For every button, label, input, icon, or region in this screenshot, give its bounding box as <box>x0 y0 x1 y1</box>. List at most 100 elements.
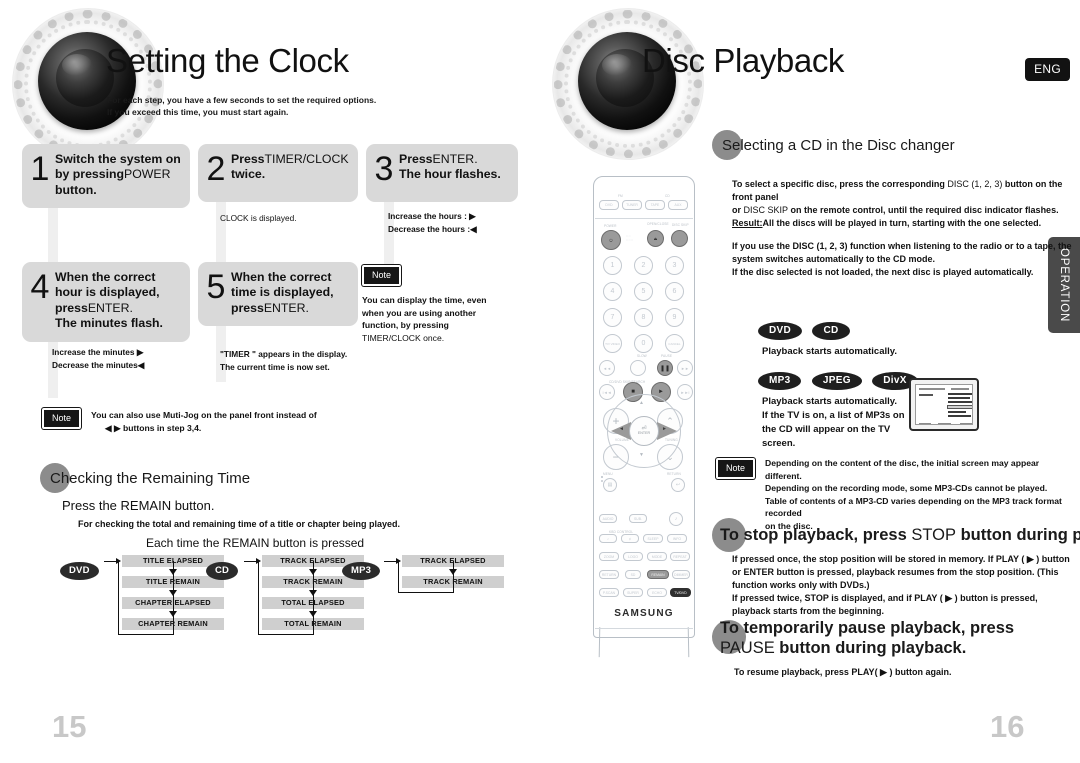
step-2-body-line-1: CLOCK is displayed. <box>220 213 297 223</box>
step-5-number: 5 <box>206 268 226 306</box>
para1-l1-b: DISC (1, 2, 3) <box>947 179 1003 189</box>
remote-key-menu[interactable]: ▤ <box>603 478 617 492</box>
remote-key-tape[interactable]: TAPE <box>645 200 665 210</box>
remote-key-6[interactable]: 6 <box>665 282 684 301</box>
tv-screen-inner <box>915 384 973 425</box>
note-bottom-line-1: You can also use Muti-Jog on the panel f… <box>91 410 317 420</box>
speaker-cone-logo-left <box>8 4 168 164</box>
remote-key-audio[interactable]: AUDIO <box>599 514 617 523</box>
remote-key-tv-dvd[interactable]: TV/DVD <box>670 588 691 597</box>
step-4-body-text: Increase the minutes ▶ Decrease the minu… <box>52 346 202 372</box>
remote-key-zoom[interactable]: ZOOM <box>599 552 619 561</box>
remote-key-kbd2[interactable]: ♯ <box>621 534 639 543</box>
section-pause-playback-heading: To temporarily pause playback, press PAU… <box>712 618 1050 658</box>
remote-key-pause[interactable]: ❚❚ <box>657 360 673 376</box>
note-right-line-1: Depending on the content of the disc, th… <box>765 458 1040 481</box>
pause-head-a: To temporarily pause playback, press <box>720 619 1015 637</box>
remote-key-1[interactable]: 1 <box>603 256 622 275</box>
remote-key-4[interactable]: 4 <box>603 282 622 301</box>
left-page: Setting the Clock For each step, you hav… <box>0 0 540 763</box>
step-3-head: 3 PressENTER. The hour flashes. <box>366 144 518 202</box>
dpad-down-icon[interactable]: ▼ <box>639 452 644 458</box>
step-5-text: When the correct time is displayed, pres… <box>228 270 334 316</box>
step-4-body-line-2: Decrease the minutes◀ <box>52 359 145 370</box>
left-subtitle-line-2: If you exceed this time, you must start … <box>107 107 289 117</box>
dpad-up-icon[interactable]: ▲ <box>639 400 644 406</box>
remote-key-echo[interactable]: ECHO <box>647 588 667 597</box>
step-3: 3 PressENTER. The hour flashes. Increase… <box>366 144 518 276</box>
remote-key-return2[interactable]: RETURN <box>599 570 619 579</box>
remote-key-dimmer[interactable]: DIMMER <box>672 570 690 579</box>
remote-key-7[interactable]: 7 <box>603 308 622 327</box>
note-side-line-2: when you are using another <box>362 307 477 318</box>
remote-key-open-close[interactable]: ⏏ <box>647 230 664 247</box>
remote-label-pause: PAUSE <box>661 354 673 358</box>
step-3-text: PressENTER. The hour flashes. <box>396 152 501 183</box>
remote-key-subtitle[interactable]: SUB. <box>629 514 647 523</box>
remote-label-power: POWER <box>604 224 617 228</box>
step-4-number: 4 <box>30 268 50 306</box>
note-bottom-text: You can also use Muti-Jog on the panel f… <box>91 409 317 434</box>
remote-key-9[interactable]: 9 <box>665 308 684 327</box>
remote-key-enter[interactable]: ⏎ ENTER <box>629 416 659 446</box>
result-text: All the discs will be played in turn, st… <box>762 218 1042 228</box>
remote-key-sound[interactable]: ♪ <box>669 512 683 526</box>
remote-key-0[interactable]: 0 <box>634 334 653 353</box>
note-right-badge: Note <box>716 458 756 479</box>
remote-key-pscan[interactable]: P.SCAN <box>599 588 619 597</box>
remote-dpad[interactable]: ▲ ▼ ◄ ► ⏎ ENTER <box>607 394 681 468</box>
remote-key-repeat[interactable]: REPEAT <box>670 552 690 561</box>
para-disc-function: If you use the DISC (1, 2, 3) function w… <box>732 240 1080 279</box>
stop-line-5: playback starts from the beginning. <box>732 606 885 616</box>
remote-key-super[interactable]: SUPER <box>623 588 643 597</box>
section-remaining-time-title: Checking the Remaining Time <box>50 469 251 487</box>
remote-key-mode[interactable]: MODE <box>647 552 667 561</box>
note-side-line-4: TIMER/CLOCK once. <box>362 332 445 343</box>
remote-key-disc-skip[interactable] <box>671 230 688 247</box>
remote-key-sd[interactable]: SD <box>625 570 641 579</box>
group2-line-4: screen. <box>762 438 796 449</box>
remote-key-power[interactable]: ⏻ <box>601 230 621 250</box>
enter-label: ENTER <box>637 431 651 435</box>
step-5-line2-bold: time is displayed, <box>231 285 334 300</box>
note-bottom-badge: Note <box>42 408 82 429</box>
remote-key-forward[interactable]: ►► <box>677 360 693 376</box>
step-5-line3-plain: ENTER. <box>263 300 309 315</box>
stop-line-1: If pressed once, the stop position will … <box>732 554 1070 564</box>
step-1-line3-bold: button. <box>55 182 97 197</box>
stop-head-a: To <box>720 525 739 544</box>
group2-line-2: If the TV is on, a list of MP3s on <box>762 410 905 421</box>
step-4-line2-bold: hour is displayed, <box>55 285 160 300</box>
step-3-body-line-1: Increase the hours : ▶ <box>388 211 476 221</box>
remote-key-return[interactable]: ↩ <box>671 478 685 492</box>
disc-group-2-text: Playback starts automatically. If the TV… <box>762 395 907 451</box>
remote-key-info[interactable]: INFO <box>667 534 687 543</box>
remote-key-tv-video[interactable]: TV/ VIDEO <box>603 334 622 353</box>
remote-control-illustration: FM CD DVD TUNER TAPE AUX POWER OPEN/CLOS… <box>585 172 703 660</box>
remote-key-sleep[interactable]: SLEEP <box>643 534 663 543</box>
stop-head-c: button during playback. <box>960 525 1080 544</box>
remote-bottom-flare <box>598 627 690 658</box>
remote-key-dvd[interactable]: DVD <box>599 200 619 210</box>
section-stop-playback-title: To stop playback, press STOP button duri… <box>720 526 1080 545</box>
remote-key-tuner[interactable]: TUNER <box>622 200 642 210</box>
note-bottom: Note You can also use Muti-Jog on the pa… <box>42 408 402 434</box>
stop-head-b: stop playback, press <box>738 525 912 544</box>
remote-key-3[interactable]: 3 <box>665 256 684 275</box>
remote-key-logo[interactable]: LOGO <box>623 552 643 561</box>
remote-key-remain[interactable]: REMAIN <box>647 570 669 579</box>
step-1-text: Switch the system on by pressingPOWER bu… <box>52 152 181 198</box>
remote-key-aux[interactable]: AUX <box>668 200 688 210</box>
remote-key-rewind[interactable]: ◄◄ <box>599 360 615 376</box>
remote-key-kbd1[interactable]: ♪ <box>599 534 617 543</box>
step-1-head: 1 Switch the system on by pressingPOWER … <box>22 144 190 209</box>
step-3-line2-bold: The hour flashes. <box>399 167 501 182</box>
pause-sub-text: To resume playback, press PLAY( ▶ ) butt… <box>734 667 952 677</box>
remote-key-cancel[interactable]: CANCEL <box>665 334 684 353</box>
step-4-line3-bold: press <box>55 300 88 315</box>
remote-key-slow[interactable] <box>630 360 646 376</box>
remote-key-2[interactable]: 2 <box>634 256 653 275</box>
para1-l2-a: or <box>732 205 744 215</box>
remote-key-8[interactable]: 8 <box>634 308 653 327</box>
remote-key-5[interactable]: 5 <box>634 282 653 301</box>
